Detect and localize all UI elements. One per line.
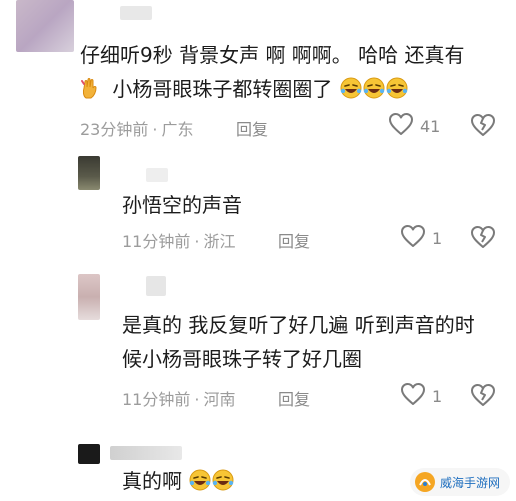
comment-text: 候小杨哥眼珠子转了好几圈 — [122, 342, 362, 376]
rofl-emoji-icon — [363, 75, 385, 99]
location: 浙江 — [203, 232, 236, 251]
comment-text: 仔细听9秒 背景女声 啊 啊啊。 哈哈 还真有 — [80, 38, 465, 72]
location: 广东 — [161, 120, 194, 139]
comment-text-line: 真的啊 — [122, 469, 182, 493]
reply-button[interactable]: 回复 — [236, 116, 268, 140]
rofl-emoji-icon — [340, 75, 362, 99]
like-button[interactable]: 41 — [388, 112, 440, 140]
dislike-button[interactable] — [470, 112, 496, 142]
hand-icon — [80, 76, 100, 100]
comment-text: 真的啊 — [122, 464, 234, 498]
like-count: 41 — [420, 116, 441, 136]
broken-heart-icon — [470, 384, 496, 412]
comment-text-line: 是真的 我反复听了好几遍 听到声音的时 — [122, 313, 475, 337]
like-count: 1 — [432, 228, 443, 248]
dislike-button[interactable] — [470, 382, 496, 412]
separator: · — [194, 232, 200, 251]
avatar[interactable] — [78, 444, 100, 464]
reply-button[interactable]: 回复 — [278, 386, 310, 410]
watermark: 威海手游网 — [409, 468, 510, 496]
timestamp: 23分钟前 — [80, 120, 149, 139]
comment-text: 是真的 我反复听了好几遍 听到声音的时 — [122, 308, 475, 342]
watermark-text: 威海手游网 — [439, 475, 500, 490]
broken-heart-icon — [470, 114, 496, 142]
dislike-button[interactable] — [470, 224, 496, 254]
comment-text-line: 候小杨哥眼珠子转了好几圈 — [122, 347, 362, 371]
heart-outline-icon — [400, 382, 426, 410]
location: 河南 — [203, 390, 236, 409]
avatar[interactable] — [78, 274, 100, 320]
comment-text-line: 小杨哥眼珠子都转圈圈了 — [112, 77, 333, 101]
comment-1: 仔细听9秒 背景女声 啊 啊啊。 哈哈 还真有 小杨哥眼珠子都转圈圈了 23分钟… — [0, 0, 516, 150]
timestamp: 11分钟前 — [122, 232, 191, 251]
like-count: 1 — [432, 386, 443, 406]
comment-3: 是真的 我反复听了好几遍 听到声音的时 候小杨哥眼珠子转了好几圈 11分钟前 · 河… — [0, 268, 516, 418]
rofl-emoji-icon — [212, 467, 234, 491]
logo-icon — [414, 471, 436, 493]
comment-text-line: 仔细听9秒 背景女声 啊 啊啊。 哈哈 还真有 — [80, 43, 465, 67]
comment-text: 小杨哥眼珠子都转圈圈了 — [80, 72, 408, 106]
comment-2: 孙悟空的声音 11分钟前 · 浙江 回复 1 — [0, 150, 516, 260]
like-button[interactable]: 1 — [400, 224, 442, 252]
avatar[interactable] — [78, 156, 100, 190]
broken-heart-icon — [470, 226, 496, 254]
timestamp: 11分钟前 — [122, 390, 191, 409]
username[interactable] — [110, 446, 182, 460]
heart-outline-icon — [388, 112, 414, 140]
heart-outline-icon — [400, 224, 426, 252]
separator: · — [152, 120, 158, 139]
avatar[interactable] — [16, 0, 74, 52]
username[interactable] — [146, 276, 166, 296]
username[interactable] — [146, 168, 168, 182]
comment-meta: 11分钟前 · 浙江 — [122, 228, 235, 252]
reply-button[interactable]: 回复 — [278, 228, 310, 252]
comment-meta: 11分钟前 · 河南 — [122, 386, 235, 410]
rofl-emoji-icon — [189, 467, 211, 491]
comment-text: 孙悟空的声音 — [122, 188, 242, 222]
like-button[interactable]: 1 — [400, 382, 442, 410]
username[interactable] — [120, 6, 152, 20]
rofl-emoji-icon — [386, 75, 408, 99]
comment-text-line: 孙悟空的声音 — [122, 193, 242, 217]
comment-meta: 23分钟前 · 广东 — [80, 116, 193, 140]
separator: · — [194, 390, 200, 409]
